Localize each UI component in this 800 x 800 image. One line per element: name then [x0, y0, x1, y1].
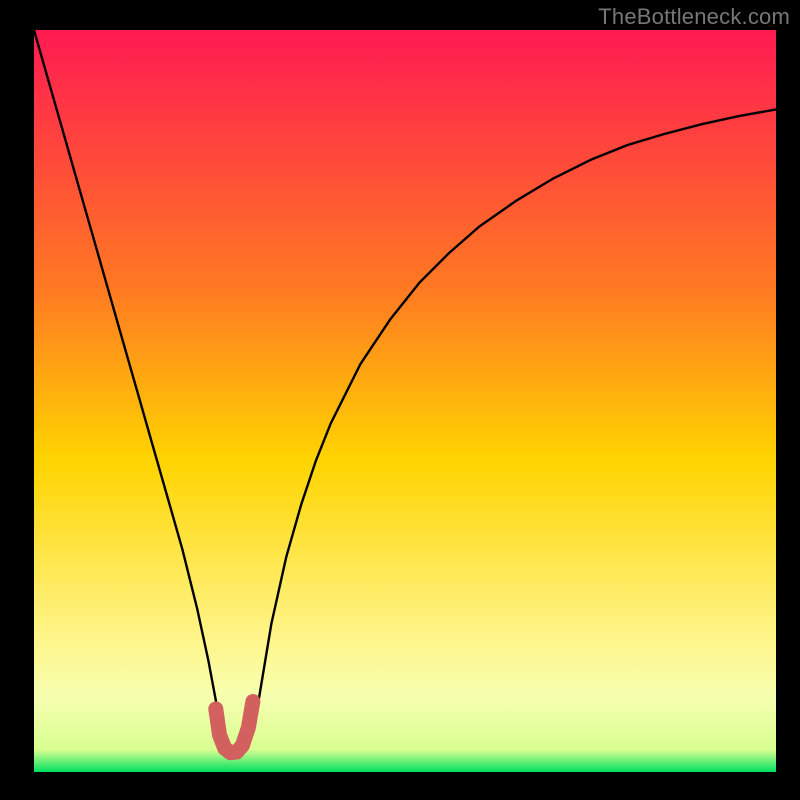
plot-background — [34, 30, 776, 772]
watermark-text: TheBottleneck.com — [598, 4, 790, 30]
bottleneck-chart — [0, 0, 800, 800]
chart-frame: { "watermark": "TheBottleneck.com", "col… — [0, 0, 800, 800]
